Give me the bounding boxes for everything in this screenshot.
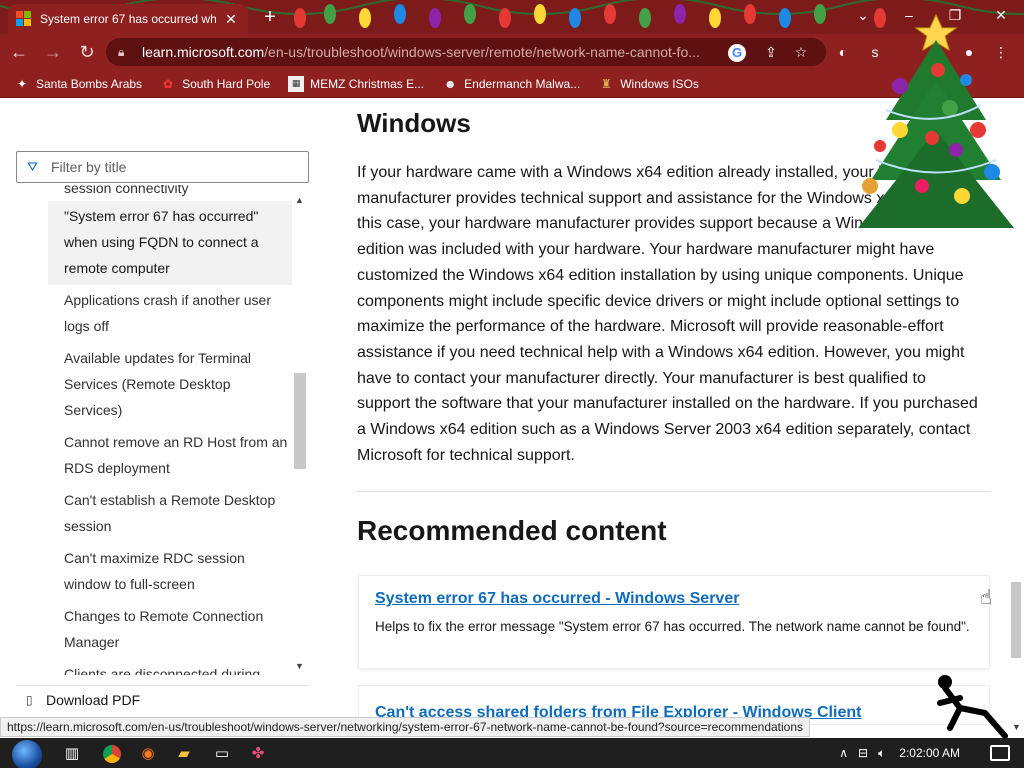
funnel-icon: ⛛ (27, 159, 38, 174)
bookmark-santa-bombs-arabs[interactable]: ✦ Santa Bombs Arabs (14, 76, 142, 92)
reload-button[interactable]: ↻ (72, 37, 102, 67)
hand-cursor-icon: ☝︎ (980, 587, 993, 609)
tab-close-icon[interactable]: ✕ (222, 11, 240, 28)
toc-item-cant-maximize-rdc[interactable]: Can't maximize RDC session window to ful… (48, 543, 292, 601)
bookmark-label: South Hard Pole (182, 76, 271, 91)
toc-item-clients-disconnected[interactable]: Clients are disconnected during Group Po… (48, 659, 292, 675)
bookmark-label: Endermanch Malwa... (464, 76, 581, 91)
lock-icon: 🔒︎ (118, 44, 125, 59)
extension-flag-icon[interactable]: ◐ (832, 41, 854, 63)
url-path: /en-us/troubleshoot/windows-server/remot… (264, 44, 700, 60)
memz-icon: ▦ (288, 75, 305, 92)
new-tab-button[interactable]: + (258, 5, 282, 29)
chrome-icon[interactable] (98, 740, 126, 768)
active-tab[interactable]: System error 67 has occurred wh ✕ (8, 4, 248, 34)
toc-item-available-updates[interactable]: Available updates for Terminal Services … (48, 343, 292, 427)
address-bar[interactable]: 🔒︎ learn.microsoft.com /en-us/troublesho… (106, 38, 826, 66)
filter-placeholder: Filter by title (51, 159, 127, 175)
divider (357, 491, 991, 492)
stick-figure-decoration (937, 675, 1008, 738)
notification-icon[interactable] (990, 745, 1010, 761)
network-icon[interactable]: ⊟ (858, 746, 868, 760)
bookmark-star-icon[interactable]: ☆ (790, 41, 812, 63)
url-host: learn.microsoft.com (142, 44, 265, 60)
bookmark-memz-christmas[interactable]: ▦ MEMZ Christmas E... (288, 75, 425, 92)
toc-item-system-error-67[interactable]: "System error 67 has occurred" when usin… (48, 201, 292, 285)
download-pdf-link[interactable]: ▯ Download PDF (16, 685, 309, 713)
forward-button[interactable]: → (38, 37, 68, 67)
toc-item-changes-remote-connection-manager[interactable]: Changes to Remote Connection Manager (48, 601, 292, 659)
figure-icon: ♜ (600, 76, 612, 91)
terminal-icon[interactable]: ▭ (208, 740, 236, 768)
scroll-up-arrow-icon[interactable]: ▲ (295, 195, 304, 205)
recommended-card: System error 67 has occurred - Windows S… (358, 575, 990, 669)
share-icon[interactable]: ⇪ (760, 41, 782, 63)
firefox-icon[interactable]: ◉ (134, 740, 162, 768)
bookmark-label: Windows ISOs (620, 76, 699, 91)
toc-item-cant-establish-session[interactable]: Can't establish a Remote Desktop session (48, 485, 292, 543)
bomb-icon: ✦ (16, 76, 28, 91)
red-flower-icon: ✿ (163, 76, 174, 91)
task-view-icon[interactable]: ▥ (58, 740, 86, 768)
bookmark-windows-isos[interactable]: ♜ Windows ISOs (598, 76, 699, 92)
scroll-down-arrow-icon[interactable]: ▼ (295, 661, 304, 671)
bookmark-south-hard-pole[interactable]: ✿ South Hard Pole (160, 76, 270, 92)
file-explorer-icon[interactable]: ▰ (170, 740, 198, 768)
google-lens-icon[interactable]: G (728, 44, 746, 62)
back-button[interactable]: ← (4, 37, 34, 67)
toc-item-applications-crash[interactable]: Applications crash if another user logs … (48, 285, 292, 343)
tab-title: System error 67 has occurred wh (40, 12, 216, 26)
download-pdf-label: Download PDF (46, 691, 141, 708)
pdf-icon: ▯ (26, 692, 33, 707)
microsoft-logo-icon (16, 11, 32, 27)
system-tray: ∧ ⊟ 🔈︎ 2:02:00 AM (829, 738, 1010, 768)
recommended-description: Helps to fix the error message "System e… (375, 619, 970, 634)
toc-scrollbar[interactable]: ▲ ▼ (292, 193, 308, 674)
recommended-link[interactable]: System error 67 has occurred - Windows S… (375, 590, 739, 607)
christmas-tree-decoration (858, 13, 1014, 228)
toc-item-partial[interactable]: session connectivity (48, 185, 292, 201)
endermanch-icon: ☻ (443, 76, 457, 91)
page-scroll-thumb[interactable] (1011, 582, 1021, 658)
toc-scroll-thumb[interactable] (294, 373, 306, 469)
link-status-bar: https://learn.microsoft.com/en-us/troubl… (0, 717, 811, 737)
bookmark-label: MEMZ Christmas E... (310, 76, 425, 91)
filter-by-title-input[interactable]: ⛛ Filter by title (16, 151, 309, 183)
volume-icon[interactable]: 🔈︎ (878, 746, 885, 761)
section-heading: Windows (357, 108, 471, 138)
bookmark-label: Santa Bombs Arabs (36, 76, 143, 91)
clock[interactable]: 2:02:00 AM (899, 746, 960, 760)
toc-nav: session connectivity "System error 67 ha… (48, 185, 292, 675)
chevron-up-icon[interactable]: ∧ (839, 746, 848, 760)
toc-item-cannot-remove-rd-host[interactable]: Cannot remove an RD Host from an RDS dep… (48, 427, 292, 485)
start-button[interactable] (12, 740, 42, 768)
bookmark-endermanch-malware[interactable]: ☻ Endermanch Malwa... (442, 76, 580, 92)
recommended-heading: Recommended content (357, 515, 667, 546)
app-icon[interactable]: ✤ (244, 740, 272, 768)
